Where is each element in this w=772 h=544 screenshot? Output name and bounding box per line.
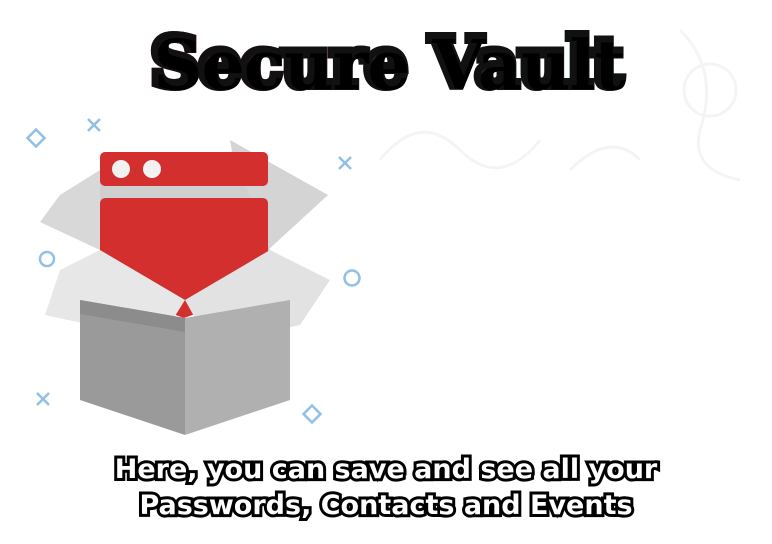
feature-caption: Here, you can save and see all your Pass… <box>0 451 772 524</box>
diamond-icon <box>25 127 47 149</box>
cross-icon <box>87 118 101 132</box>
caption-line-2: Passwords, Contacts and Events <box>136 487 635 524</box>
open-box-illustration <box>25 118 361 435</box>
diamond-icon <box>301 403 323 425</box>
cross-icon <box>36 392 50 406</box>
splash-screen: Secure Vault Here, you can save and see … <box>0 0 772 544</box>
circle-icon <box>343 269 361 287</box>
cross-icon <box>338 156 352 170</box>
caption-line-1: Here, you can save and see all your <box>112 451 661 488</box>
circle-icon <box>38 250 56 268</box>
